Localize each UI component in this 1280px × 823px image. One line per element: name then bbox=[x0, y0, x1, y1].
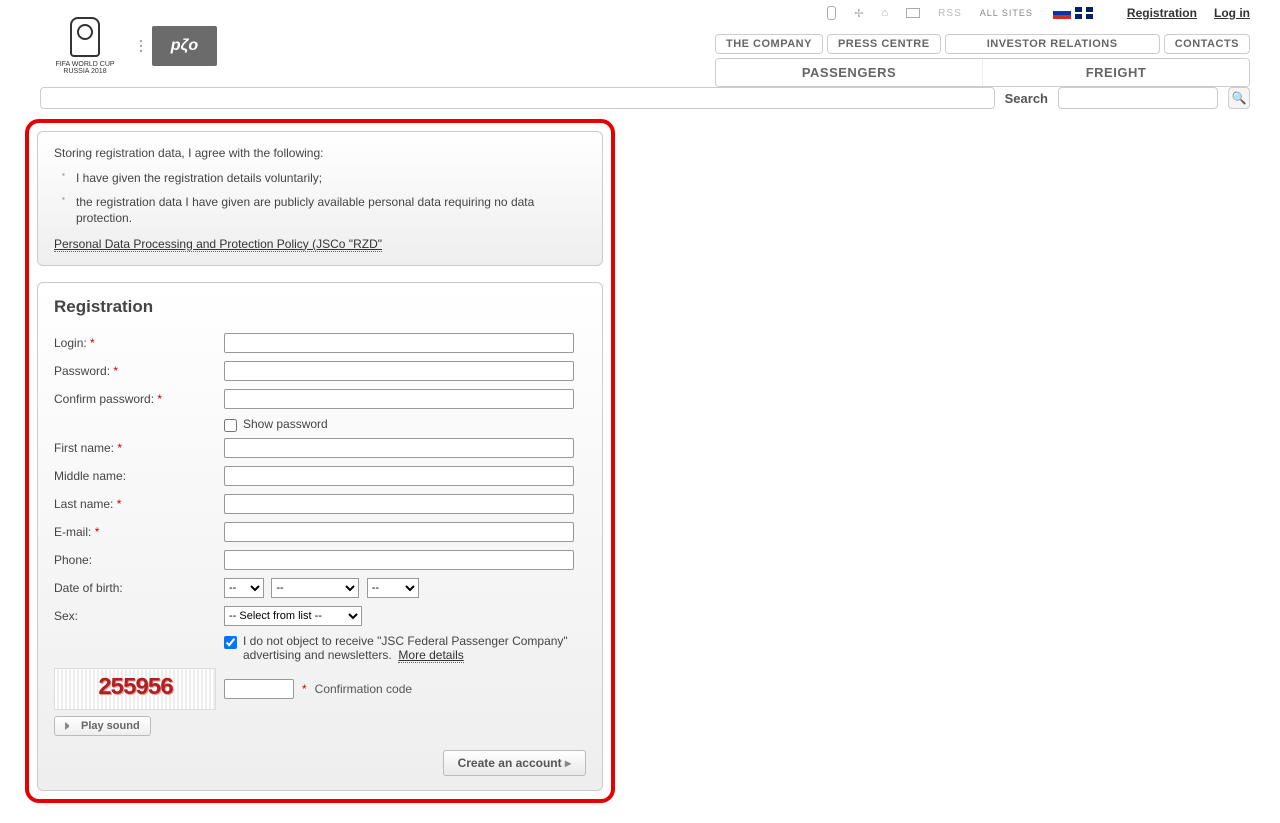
agreement-list: I have given the registration details vo… bbox=[54, 170, 586, 227]
play-sound-label: Play sound bbox=[81, 720, 140, 732]
required-icon: * bbox=[117, 497, 122, 511]
captcha-row: 255956 * Confirmation code bbox=[54, 668, 586, 710]
create-account-button[interactable]: Create an account bbox=[443, 750, 586, 776]
sex-select[interactable]: -- Select from list -- bbox=[224, 606, 362, 626]
header: FIFA WORLD CUP RUSSIA 2018 рζо ✢ ⌂ RSS A… bbox=[0, 0, 1280, 83]
fifa-logo: FIFA WORLD CUP RUSSIA 2018 bbox=[40, 8, 130, 83]
divider-icon bbox=[140, 40, 142, 52]
tab-freight[interactable]: FREIGHT bbox=[983, 59, 1249, 86]
rzd-logo[interactable]: рζо bbox=[152, 26, 217, 66]
captcha-label: Confirmation code bbox=[315, 682, 412, 696]
registration-highlight-frame: Storing registration data, I agree with … bbox=[25, 119, 615, 803]
agreement-item-2: the registration data I have given are p… bbox=[54, 194, 586, 226]
primary-nav: THE COMPANY PRESS CENTRE INVESTOR RELATI… bbox=[715, 34, 1250, 87]
middle-name-label: Middle name: bbox=[54, 469, 224, 483]
phone-input[interactable] bbox=[224, 550, 574, 570]
dob-label: Date of birth: bbox=[54, 581, 224, 595]
email-label: E-mail: bbox=[54, 525, 91, 539]
language-flags bbox=[1053, 7, 1093, 19]
captcha-image: 255956 bbox=[54, 668, 216, 710]
middle-name-input[interactable] bbox=[224, 466, 574, 486]
tab-company[interactable]: THE COMPANY bbox=[715, 34, 823, 54]
confirm-password-label: Confirm password: bbox=[54, 392, 154, 406]
login-link[interactable]: Log in bbox=[1214, 6, 1250, 20]
first-name-label: First name: bbox=[54, 441, 114, 455]
search-button[interactable]: 🔍 bbox=[1228, 87, 1250, 109]
fifa-line2: RUSSIA 2018 bbox=[63, 68, 106, 75]
required-icon: * bbox=[117, 441, 122, 455]
fifa-line1: FIFA WORLD CUP bbox=[55, 61, 114, 68]
flag-ru-icon[interactable] bbox=[1053, 7, 1071, 19]
first-name-input[interactable] bbox=[224, 438, 574, 458]
email-input[interactable] bbox=[224, 522, 574, 542]
speaker-icon bbox=[65, 722, 75, 730]
agreement-intro: Storing registration data, I agree with … bbox=[54, 146, 586, 160]
required-icon: * bbox=[95, 525, 100, 539]
password-input[interactable] bbox=[224, 361, 574, 381]
login-input[interactable] bbox=[224, 333, 574, 353]
breadcrumb bbox=[40, 87, 995, 109]
all-sites-link[interactable]: ALL SITES bbox=[980, 8, 1033, 18]
tab-press[interactable]: PRESS CENTRE bbox=[827, 34, 941, 54]
agreement-item-1: I have given the registration details vo… bbox=[54, 170, 586, 186]
consent-checkbox[interactable] bbox=[224, 636, 237, 649]
tab-investor[interactable]: INVESTOR RELATIONS bbox=[945, 34, 1160, 54]
magnifier-icon: 🔍 bbox=[1232, 91, 1247, 105]
confirm-password-input[interactable] bbox=[224, 389, 574, 409]
rss-link[interactable]: RSS bbox=[938, 8, 962, 19]
sex-label: Sex: bbox=[54, 609, 224, 623]
search-label: Search bbox=[1005, 91, 1048, 106]
trophy-icon bbox=[70, 17, 100, 57]
required-icon: * bbox=[90, 336, 95, 350]
show-password-checkbox[interactable] bbox=[224, 419, 237, 432]
registration-title: Registration bbox=[54, 297, 586, 317]
mobile-icon[interactable] bbox=[827, 6, 836, 20]
dob-month-select[interactable]: -- bbox=[271, 578, 359, 598]
required-icon: * bbox=[302, 682, 307, 696]
dob-day-select[interactable]: -- bbox=[224, 578, 264, 598]
captcha-input[interactable] bbox=[224, 679, 294, 699]
policy-link[interactable]: Personal Data Processing and Protection … bbox=[54, 237, 382, 252]
tab-passengers[interactable]: PASSENGERS bbox=[716, 59, 983, 86]
search-bar: Search 🔍 bbox=[40, 87, 1250, 109]
last-name-input[interactable] bbox=[224, 494, 574, 514]
dob-year-select[interactable]: -- bbox=[367, 578, 419, 598]
mail-icon[interactable] bbox=[906, 8, 920, 18]
required-icon: * bbox=[157, 392, 162, 406]
search-input[interactable] bbox=[1058, 87, 1218, 109]
play-sound-button[interactable]: Play sound bbox=[54, 716, 151, 736]
registration-panel: Registration Login: * Password: * Confir… bbox=[37, 282, 603, 791]
last-name-label: Last name: bbox=[54, 497, 113, 511]
auth-links: Registration Log in bbox=[1113, 6, 1250, 20]
flag-gb-icon[interactable] bbox=[1075, 7, 1093, 19]
utility-icons: ✢ ⌂ RSS ALL SITES bbox=[827, 6, 1033, 20]
agreement-panel: Storing registration data, I agree with … bbox=[37, 131, 603, 266]
home-icon[interactable]: ⌂ bbox=[882, 7, 889, 19]
more-details-link[interactable]: More details bbox=[398, 648, 463, 663]
password-label: Password: bbox=[54, 364, 110, 378]
tab-contacts[interactable]: CONTACTS bbox=[1164, 34, 1250, 54]
registration-link[interactable]: Registration bbox=[1127, 6, 1197, 20]
phone-label: Phone: bbox=[54, 553, 224, 567]
show-password-label: Show password bbox=[243, 417, 328, 431]
expand-icon[interactable]: ✢ bbox=[854, 7, 863, 20]
required-icon: * bbox=[113, 364, 118, 378]
login-label: Login: bbox=[54, 336, 87, 350]
top-utility-bar: ✢ ⌂ RSS ALL SITES Registration Log in bbox=[827, 6, 1250, 20]
